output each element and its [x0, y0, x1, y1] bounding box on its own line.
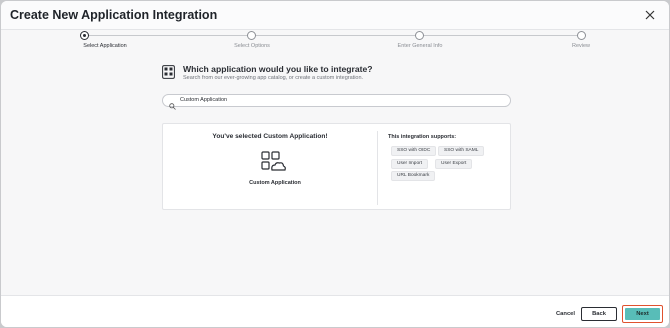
tag-sso-oidc: SSO with OIDC: [391, 146, 437, 156]
selected-heading: You've selected Custom Application!: [212, 133, 328, 140]
search-input[interactable]: Custom Application: [162, 94, 511, 110]
step-1-indicator: [80, 31, 89, 40]
step-label-select-options: Select Options: [234, 43, 270, 49]
next-button[interactable]: Next: [625, 308, 660, 320]
step-label-select-application: Select Application: [83, 43, 127, 49]
step-label-general-info: Enter General Info: [397, 43, 443, 49]
question-title: Which application would you like to inte…: [183, 64, 373, 74]
stepper-track: [85, 35, 586, 36]
step-2-indicator: [247, 31, 256, 40]
close-icon[interactable]: [643, 8, 657, 22]
app-name: Custom Application: [249, 180, 301, 186]
step-4-indicator: [577, 31, 586, 40]
step-label-review: Review: [571, 43, 591, 49]
supports-title: This integration supports:: [388, 134, 457, 140]
card-divider: [377, 131, 378, 205]
search-value: Custom Application: [180, 97, 228, 103]
question-subtitle: Search from our ever-growing app catalog…: [183, 75, 364, 81]
tag-url-bookmark: URL Bookmark: [391, 171, 436, 181]
tag-user-export: User Export: [435, 159, 473, 169]
app-catalog-icon: [162, 65, 175, 79]
step-3-indicator: [415, 31, 424, 40]
search-icon: [169, 97, 176, 110]
custom-app-icon: [261, 151, 287, 173]
tag-user-import: User Import: [391, 159, 429, 169]
cancel-button[interactable]: Cancel: [556, 311, 575, 317]
modal-header: Create New Application Integration: [1, 1, 669, 30]
modal-footer: Cancel Back Next: [1, 295, 669, 327]
selection-card: You've selected Custom Application! Cust…: [162, 123, 511, 210]
integration-modal: Create New Application Integration Selec…: [1, 1, 669, 327]
tag-sso-saml: SSO with SAML: [438, 146, 485, 156]
modal-title: Create New Application Integration: [10, 8, 218, 22]
back-button[interactable]: Back: [581, 307, 617, 321]
